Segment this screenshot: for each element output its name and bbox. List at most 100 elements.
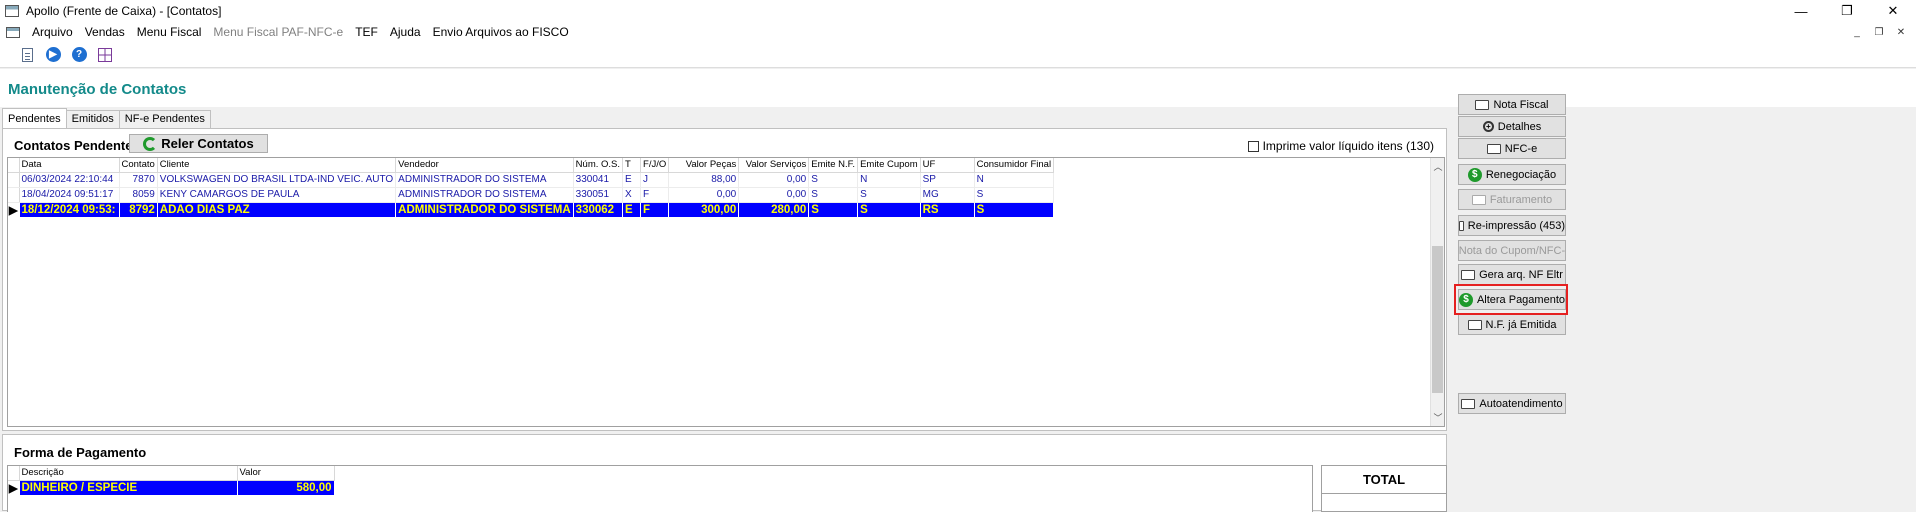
mdi-close-button[interactable]: ✕ [1890, 27, 1912, 38]
net-value-checkbox[interactable]: Imprime valor líquido itens (130) [1247, 139, 1434, 153]
table-cell: N [974, 172, 1055, 188]
scroll-up-icon[interactable]: ︿ [1431, 160, 1444, 173]
table-row[interactable]: ▶ 18/12/2024 09:53: 8792 ADAO DIAS PAZ ADMIN… [8, 202, 1055, 218]
column-header[interactable]: UF [920, 158, 975, 173]
n-f-ja-emitida-button[interactable]: N.F. já Emitida [1458, 314, 1566, 335]
table-cell: ADMINISTRADOR DO SISTEMA [395, 202, 574, 218]
help-icon[interactable]: ? [70, 46, 88, 64]
table-cell: 18/04/2024 09:51:17 [19, 187, 120, 203]
column-header[interactable]: Consumidor Final [974, 158, 1055, 173]
total-box: TOTAL [1321, 465, 1447, 512]
mdi-minimize-button[interactable]: _ [1846, 27, 1868, 38]
payment-panel-title: Forma de Pagamento [14, 445, 147, 460]
play-icon[interactable]: ▶ [44, 46, 62, 64]
table-cell: F [640, 187, 670, 203]
table-cell: 330051 [573, 187, 624, 203]
table-cell: MG [920, 187, 975, 203]
document-icon[interactable] [18, 46, 36, 64]
restore-button[interactable]: ❐ [1824, 0, 1870, 22]
payment-panel: Forma de Pagamento Descrição Valor ▶ DINHE… [2, 434, 1447, 512]
column-header[interactable]: Emite N.F. [808, 158, 859, 173]
tab-strip: Pendentes Emitidos NF-e Pendentes [2, 108, 211, 128]
window-titlebar: Apollo (Frente de Caixa) - [Contatos] — … [0, 0, 1916, 22]
nota-do-cupom-nfc-e-button[interactable]: Nota do Cupom/NFC-e [1458, 240, 1566, 261]
mdi-restore-button[interactable]: ❐ [1868, 27, 1890, 38]
close-button[interactable]: ✕ [1870, 0, 1916, 22]
minimize-button[interactable]: — [1778, 0, 1824, 22]
nfc-e-button[interactable]: NFC-e [1458, 138, 1566, 159]
menu-vendas[interactable]: Vendas [85, 25, 125, 39]
column-header[interactable]: Valor Serviços [738, 158, 810, 173]
column-header[interactable]: T [622, 158, 642, 173]
contacts-table: Data Contato Cliente Vendedor Núm. O.S. T F/J/… [8, 158, 1055, 218]
table-cell: ADMINISTRADOR DO SISTEMA [395, 172, 574, 188]
table-row[interactable]: 18/04/2024 09:51:17 8059 KENY CAMARGOS DE … [8, 187, 1055, 203]
menu-fiscal-paf-nfce[interactable]: Menu Fiscal PAF-NFC-e [213, 25, 343, 39]
mdi-child-icon[interactable] [6, 26, 20, 38]
table-cell: 330041 [573, 172, 624, 188]
column-header[interactable]: Valor [237, 466, 335, 481]
table-cell: J [640, 172, 670, 188]
scroll-down-icon[interactable]: ﹀ [1431, 411, 1444, 424]
highlight-box [1454, 284, 1568, 315]
renegociacao-button[interactable]: $ Renegociação [1458, 164, 1566, 185]
table-row[interactable]: ▶ DINHEIRO / ESPECIE 580,00 [8, 480, 335, 496]
table-row[interactable]: 06/03/2024 22:10:44 7870 VOLKSWAGEN DO BRA… [8, 172, 1055, 188]
menu-arquivo[interactable]: Arquivo [32, 25, 73, 39]
faturamento-button[interactable]: Faturamento [1458, 189, 1566, 210]
detalhes-button[interactable]: + Detalhes [1458, 116, 1566, 137]
menu-tef[interactable]: TEF [355, 25, 378, 39]
column-header[interactable]: F/J/O [640, 158, 670, 173]
table-cell: 580,00 [237, 480, 335, 496]
vertical-scrollbar[interactable]: ︿ ﹀ [1430, 158, 1444, 426]
contacts-panel-title: Contatos Pendentes [14, 138, 140, 153]
tab-pendentes[interactable]: Pendentes [2, 108, 67, 128]
autoatendimento-button[interactable]: Autoatendimento [1458, 393, 1566, 414]
payment-grid[interactable]: Descrição Valor ▶ DINHEIRO / ESPECIE 580,00 [7, 465, 1313, 512]
table-cell: ADAO DIAS PAZ [157, 202, 397, 218]
table-cell: S [808, 187, 859, 203]
table-cell: S [808, 172, 859, 188]
column-header[interactable]: Cliente [157, 158, 397, 173]
column-header[interactable]: Núm. O.S. [573, 158, 624, 173]
column-header[interactable]: Vendedor [395, 158, 574, 173]
window-title: Apollo (Frente de Caixa) - [Contatos] [26, 4, 222, 18]
column-header[interactable]: Valor Peças [668, 158, 740, 173]
table-cell: 8059 [119, 187, 158, 203]
table-cell: 88,00 [668, 172, 740, 188]
table-cell: 0,00 [668, 187, 740, 203]
play-glyph: ▶ [45, 47, 61, 62]
table-cell: X [622, 187, 642, 203]
tab-emitidos[interactable]: Emitidos [65, 110, 120, 128]
column-header[interactable]: Contato [119, 158, 158, 173]
gera-arq-nf-eltr-button[interactable]: Gera arq. NF Eltr [1458, 264, 1566, 285]
column-header[interactable]: Data [19, 158, 120, 173]
contacts-grid[interactable]: Data Contato Cliente Vendedor Núm. O.S. T F/J/… [7, 157, 1445, 427]
print-icon [1459, 220, 1464, 231]
re-impressao-453-button[interactable]: Re-impressão (453) [1458, 215, 1566, 236]
tab-nfe-pendentes[interactable]: NF-e Pendentes [118, 110, 211, 128]
side-button-label: Renegociação [1485, 168, 1557, 181]
magnifier-icon: + [1482, 121, 1494, 132]
checkbox-box[interactable] [1247, 140, 1259, 152]
menu-ajuda[interactable]: Ajuda [390, 25, 421, 39]
reload-contacts-button[interactable]: Reler Contatos [129, 134, 268, 153]
nota-fiscal-button[interactable]: Nota Fiscal [1458, 94, 1566, 115]
payment-table: Descrição Valor ▶ DINHEIRO / ESPECIE 580,00 [8, 466, 335, 496]
table-cell: 330062 [573, 202, 624, 218]
grid-icon[interactable] [96, 46, 114, 64]
side-button-label: Nota do Cupom/NFC-e [1458, 244, 1566, 257]
print-icon [1486, 143, 1501, 154]
total-divider [1322, 493, 1446, 494]
table-cell: 0,00 [738, 172, 810, 188]
side-button-label: Gera arq. NF Eltr [1479, 268, 1563, 281]
column-header[interactable]: Emite Cupom [857, 158, 921, 173]
scrollbar-thumb[interactable] [1432, 246, 1443, 393]
refresh-icon [143, 136, 158, 151]
menu-fiscal[interactable]: Menu Fiscal [137, 25, 202, 39]
side-button-label: NFC-e [1504, 142, 1538, 155]
column-header[interactable]: Descrição [19, 466, 238, 481]
net-value-checkbox-label: Imprime valor líquido itens (130) [1262, 139, 1434, 153]
table-cell: 0,00 [738, 187, 810, 203]
menu-envio-arquivos[interactable]: Envio Arquivos ao FISCO [433, 25, 569, 39]
